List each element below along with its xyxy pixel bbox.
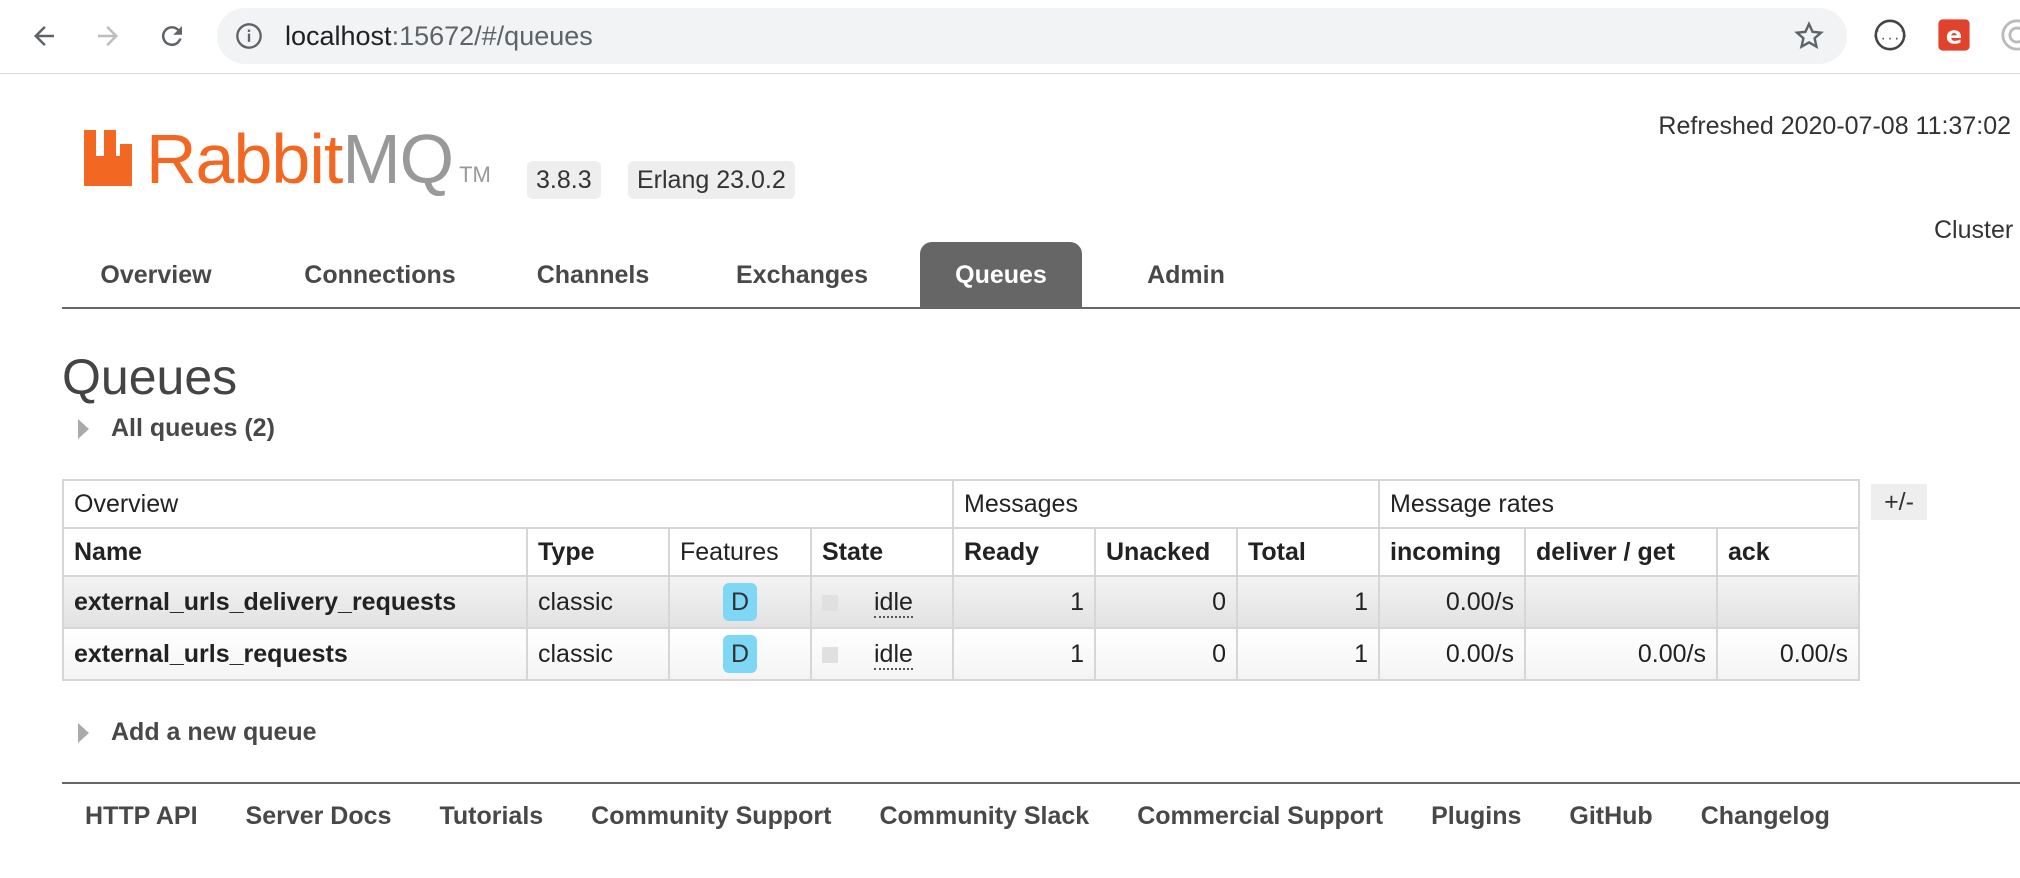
version-badge: 3.8.3 (527, 161, 601, 199)
tab-connections[interactable]: Connections (280, 242, 480, 307)
all-queues-label: All queues (2) (111, 414, 275, 442)
queue-name-link[interactable]: external_urls_delivery_requests (62, 575, 528, 629)
ready-count: 1 (952, 627, 1096, 681)
footer-link-http-api[interactable]: HTTP API (85, 802, 198, 831)
cluster-label: Cluster (1934, 216, 2014, 244)
add-queue-toggle[interactable]: Add a new queue (78, 718, 317, 747)
footer-link-tutorials[interactable]: Tutorials (439, 802, 543, 831)
forward-arrow-icon (98, 26, 118, 46)
expand-triangle-icon (78, 418, 89, 439)
all-queues-toggle[interactable]: All queues (2) (78, 414, 275, 443)
footer-link-github[interactable]: GitHub (1569, 802, 1652, 831)
tab-overview[interactable]: Overview (62, 242, 250, 307)
refreshed-timestamp[interactable]: Refreshed 2020-07-08 11:37:02 (1658, 112, 2011, 141)
url-text[interactable]: localhost:15672/#/queues (285, 8, 593, 64)
ack-rate: 0.00/s (1716, 627, 1860, 681)
footer-link-server-docs[interactable]: Server Docs (246, 802, 392, 831)
incoming-rate: 0.00/s (1378, 627, 1526, 681)
unacked-count: 0 (1094, 575, 1238, 629)
back-button[interactable] (24, 16, 64, 56)
reload-button[interactable] (152, 16, 192, 56)
incoming-rate: 0.00/s (1378, 575, 1526, 629)
column-header-deliver-get[interactable]: deliver / get (1524, 527, 1718, 577)
erlang-badge: Erlang 23.0.2 (628, 161, 795, 199)
table-row[interactable]: external_urls_delivery_requests classic … (62, 575, 1860, 629)
state-indicator-icon (822, 594, 838, 611)
svg-text:{...}: {...} (1873, 28, 1907, 42)
total-count: 1 (1236, 627, 1380, 681)
deliver-get-rate (1524, 575, 1718, 629)
column-header-state[interactable]: State (810, 527, 954, 577)
queues-table: Overview Messages Message rates Name Typ… (62, 479, 1860, 681)
expand-triangle-icon (78, 722, 89, 743)
footer-divider (62, 782, 2020, 784)
url-path: :15672/#/queues (391, 21, 593, 51)
back-arrow-icon (34, 26, 54, 46)
durable-feature-badge: D (723, 635, 757, 673)
rabbitmq-logo-icon (84, 130, 132, 186)
column-header-features: Features (668, 527, 812, 577)
footer-link-commercial-support[interactable]: Commercial Support (1137, 802, 1383, 831)
extension-e-icon[interactable]: e (1937, 18, 1971, 52)
footer-link-community-slack[interactable]: Community Slack (879, 802, 1089, 831)
extension-target-icon[interactable] (2000, 18, 2020, 52)
column-header-unacked[interactable]: Unacked (1094, 527, 1238, 577)
queue-name-link[interactable]: external_urls_requests (62, 627, 528, 681)
rabbitmq-logo[interactable]: RabbitMQ TM (84, 124, 491, 194)
ack-rate (1716, 575, 1860, 629)
forward-button[interactable] (88, 16, 128, 56)
logo-mq: MQ (342, 120, 454, 198)
footer-link-changelog[interactable]: Changelog (1701, 802, 1830, 831)
footer-link-plugins[interactable]: Plugins (1431, 802, 1521, 831)
column-header-ack[interactable]: ack (1716, 527, 1860, 577)
tab-exchanges[interactable]: Exchanges (706, 242, 898, 307)
browser-toolbar: localhost:15672/#/queues {...} e (0, 0, 2020, 74)
info-icon[interactable] (235, 22, 263, 50)
svg-text:e: e (1946, 22, 1962, 50)
state-indicator-icon (822, 646, 838, 663)
logo-trademark: TM (459, 162, 491, 187)
ready-count: 1 (952, 575, 1096, 629)
group-message-rates: Message rates (1378, 479, 1860, 529)
address-bar[interactable]: localhost:15672/#/queues (217, 8, 1847, 64)
total-count: 1 (1236, 575, 1380, 629)
group-messages: Messages (952, 479, 1380, 529)
queue-state: idle (874, 587, 913, 618)
url-host: localhost (285, 21, 392, 51)
unacked-count: 0 (1094, 627, 1238, 681)
tab-channels[interactable]: Channels (510, 242, 676, 307)
group-overview: Overview (62, 479, 954, 529)
add-queue-label: Add a new queue (111, 718, 317, 746)
extension-json-icon[interactable]: {...} (1873, 18, 1907, 52)
column-options-button[interactable]: +/- (1871, 484, 1927, 520)
reload-icon (161, 26, 182, 47)
column-header-name[interactable]: Name (62, 527, 528, 577)
column-header-type[interactable]: Type (526, 527, 670, 577)
table-row[interactable]: external_urls_requests classic D idle 1 … (62, 627, 1860, 681)
footer-links: HTTP API Server Docs Tutorials Community… (85, 802, 1830, 831)
queue-type: classic (526, 627, 670, 681)
bookmark-star-icon[interactable] (1793, 20, 1825, 52)
main-nav-tabs: Overview Connections Channels Exchanges … (62, 242, 2020, 309)
logo-wordmark: RabbitMQ (146, 124, 454, 194)
tab-admin[interactable]: Admin (1102, 242, 1270, 307)
column-header-ready[interactable]: Ready (952, 527, 1096, 577)
logo-brand: Rabbit (146, 120, 343, 198)
tab-queues[interactable]: Queues (920, 242, 1082, 307)
column-header-incoming[interactable]: incoming (1378, 527, 1526, 577)
queue-type: classic (526, 575, 670, 629)
durable-feature-badge: D (723, 583, 757, 621)
column-header-total[interactable]: Total (1236, 527, 1380, 577)
footer-link-community-support[interactable]: Community Support (591, 802, 831, 831)
deliver-get-rate: 0.00/s (1524, 627, 1718, 681)
queue-state: idle (874, 639, 913, 670)
page-title: Queues (62, 349, 238, 405)
